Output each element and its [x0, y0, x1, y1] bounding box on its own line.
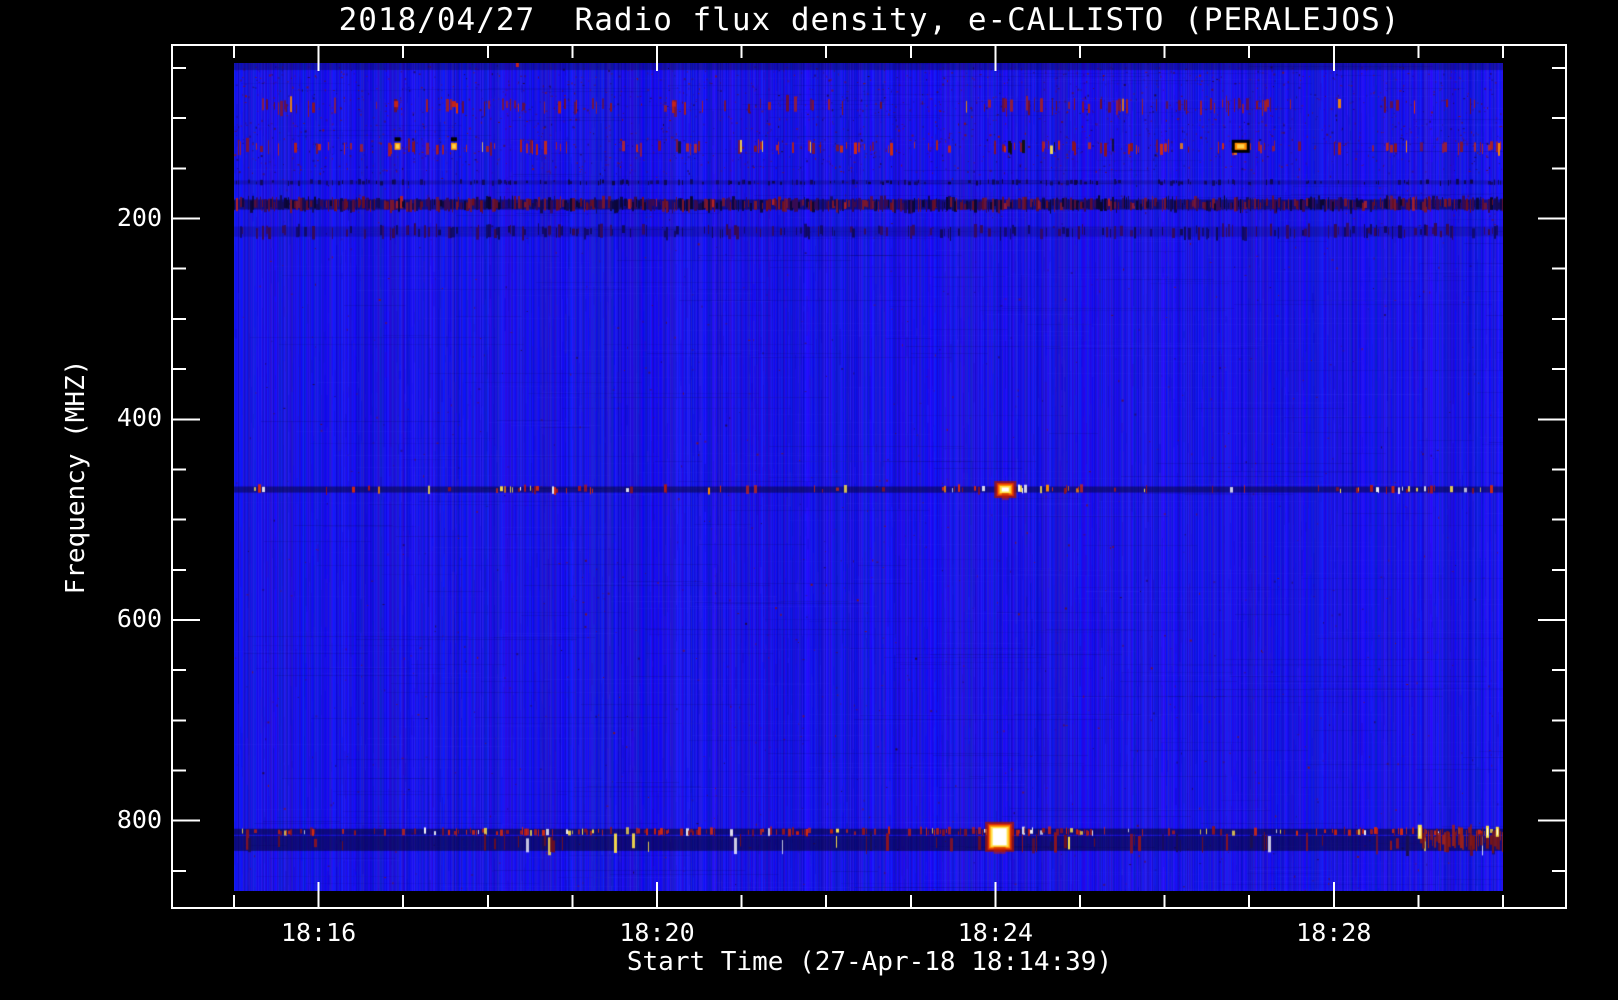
spectrogram-page: 2018/04/27 Radio flux density, e-CALLIST…	[0, 0, 1618, 1000]
y-tick-label: 600	[116, 604, 162, 634]
y-tick-label: 800	[116, 804, 162, 834]
y-tick-label: 200	[116, 202, 162, 232]
x-tick-label: 18:20	[619, 918, 695, 947]
x-tick-label: 18:16	[280, 918, 357, 947]
axes-svg	[171, 44, 1567, 909]
x-tick-label: 18:24	[957, 918, 1034, 947]
x-tick-label: 18:28	[1296, 918, 1372, 947]
y-tick-label: 400	[116, 403, 162, 433]
y-axis-label: Frequency (MHZ)	[61, 359, 91, 595]
x-axis-label: Start Time (27-Apr-18 18:14:39)	[626, 947, 1113, 977]
